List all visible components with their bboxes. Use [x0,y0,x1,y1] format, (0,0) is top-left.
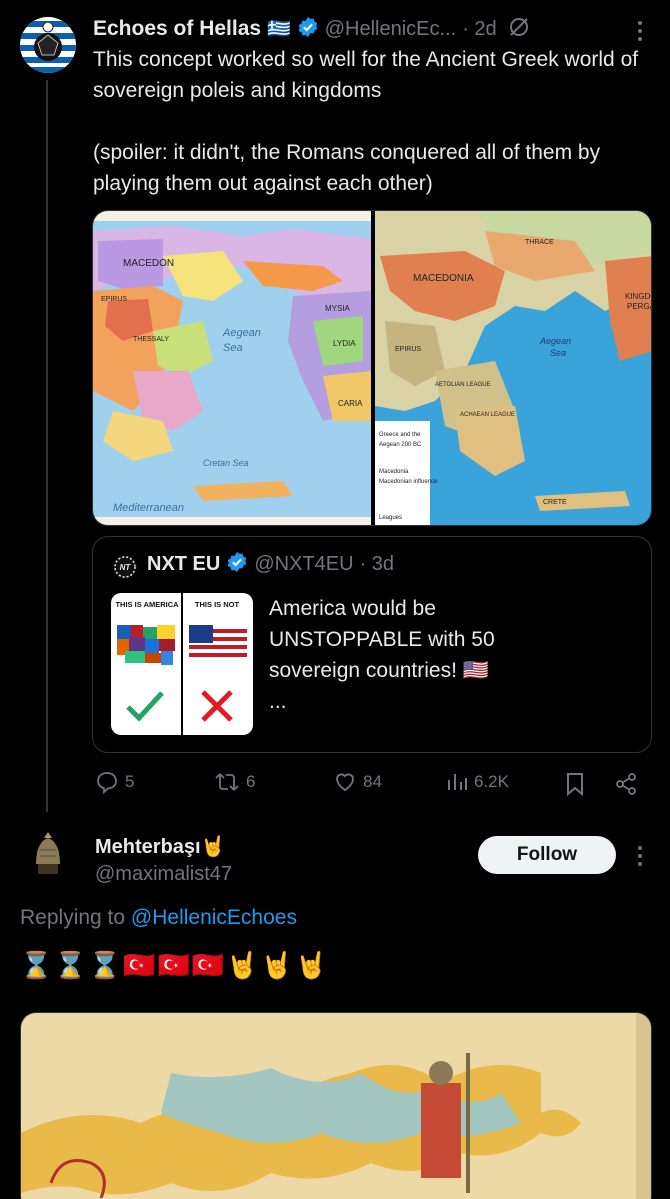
reply-author-handle[interactable]: @maximalist47 [95,863,232,886]
reply-media[interactable] [20,1012,652,1199]
reply-author-avatar[interactable] [20,830,76,886]
svg-text:Sea: Sea [550,348,566,358]
quote-media[interactable]: THIS IS AMERICA THIS IS NOT [111,593,253,735]
author-handle[interactable]: @HellenicEc... [325,18,456,41]
svg-text:AETOLIAN LEAGUE: AETOLIAN LEAGUE [435,382,491,388]
no-repost-icon[interactable] [507,15,531,44]
svg-text:Mediterranean: Mediterranean [113,502,184,514]
svg-text:CRETE: CRETE [543,499,567,506]
svg-text:THESSALY: THESSALY [133,336,169,343]
quote-media-right-label: THIS IS NOT [194,600,240,609]
svg-text:Aegean: Aegean [539,336,571,346]
reply-count: 5 [125,772,135,791]
repost-action[interactable]: 6 [214,770,255,794]
follow-button[interactable]: Follow [478,836,616,874]
quote-text: America would be UNSTOPPABLE with 50 sov… [269,597,495,713]
svg-text:PERGA: PERGA [627,302,652,311]
reply-action[interactable]: 5 [95,770,134,794]
reply-more-vertical-icon[interactable] [632,843,648,869]
quote-header: NXT EU @NXT4EU · 3d [147,551,394,578]
svg-text:EPIRUS: EPIRUS [395,346,421,353]
svg-text:Aegean 200 BC: Aegean 200 BC [379,442,422,448]
svg-text:ACHAEAN LEAGUE: ACHAEAN LEAGUE [460,412,515,418]
views-chart-icon [448,774,467,790]
checkmark-icon [126,691,164,722]
views-count: 6.2K [474,772,509,791]
svg-text:Macedonian influence: Macedonian influence [379,479,438,485]
like-count: 84 [363,772,382,791]
share-icon[interactable] [614,772,638,801]
svg-text:Aegean: Aegean [222,327,261,339]
heart-icon [336,773,354,792]
author-flag: 🇬🇷 [267,19,291,40]
quote-verified-badge-icon [226,551,248,578]
author-name[interactable]: Echoes of Hellas [93,17,261,41]
more-vertical-icon[interactable] [632,18,648,44]
svg-text:Leagues: Leagues [379,515,402,521]
svg-text:MACEDON: MACEDON [123,258,174,269]
reply-author-name[interactable]: Mehterbaşı🤘 [95,834,232,859]
reply-text: ⌛⌛⌛🇹🇷🇹🇷🇹🇷🤘🤘🤘 [20,950,330,980]
repost-icon [215,773,239,791]
tweet-time[interactable]: · 2d [462,18,496,41]
reply-header: Mehterbaşı🤘 @maximalist47 [95,834,232,886]
replying-to-handle[interactable]: @HellenicEchoes [131,906,297,929]
bookmark-icon[interactable] [564,772,586,801]
svg-text:MACEDONIA: MACEDONIA [413,273,474,284]
usa-flag-map [189,625,247,665]
verified-badge-icon [297,16,319,43]
svg-text:LYDIA: LYDIA [333,339,356,348]
quote-tweet[interactable]: NT NXT EU @NXT4EU · 3d THIS IS AMERICA T… [92,536,652,753]
quote-author-avatar[interactable]: NT [113,555,137,579]
ottoman-map-image[interactable] [21,1013,652,1199]
svg-text:NT: NT [120,563,132,572]
quote-media-divider [181,593,183,735]
svg-text:EPIRUS: EPIRUS [101,296,127,303]
svg-text:Cretan Sea: Cretan Sea [203,458,249,468]
tweet-header: Echoes of Hellas 🇬🇷 @HellenicEc... · 2d [93,14,653,44]
svg-text:CARIA: CARIA [338,399,363,408]
quote-author-handle[interactable]: @NXT4EU [254,553,353,576]
map-ancient-greece-right[interactable]: MACEDONIA THRACE KINGDO PERGA EPIRUS Aeg… [375,211,652,526]
repost-count: 6 [246,772,256,791]
replying-to-prefix: Replying to [20,906,131,929]
cross-icon [201,690,233,722]
views-action[interactable]: 6.2K [446,770,509,794]
replying-to: Replying to @HellenicEchoes [20,906,297,930]
quote-time[interactable]: · 3d [360,553,394,576]
tweet-media[interactable]: MACEDON EPIRUS THESSALY Aegean Sea MYSIA… [92,210,652,526]
svg-text:Greece and the: Greece and the [379,432,421,438]
thread-line [46,80,48,812]
svg-text:MYSIA: MYSIA [325,304,351,313]
map-ancient-greece-left[interactable]: MACEDON EPIRUS THESSALY Aegean Sea MYSIA… [93,211,371,526]
usa-patchwork-map [117,625,175,665]
tweet-text: This concept worked so well for the Anci… [93,48,639,195]
svg-text:KINGDO: KINGDO [625,292,652,301]
svg-text:THRACE: THRACE [525,239,554,246]
like-action[interactable]: 84 [333,770,382,794]
quote-author-name[interactable]: NXT EU [147,553,220,576]
reply-icon [97,772,117,794]
svg-text:Sea: Sea [223,342,243,354]
quote-media-left-label: THIS IS AMERICA [115,600,179,609]
author-avatar[interactable] [20,17,76,73]
svg-text:Macedonia: Macedonia [379,469,409,475]
